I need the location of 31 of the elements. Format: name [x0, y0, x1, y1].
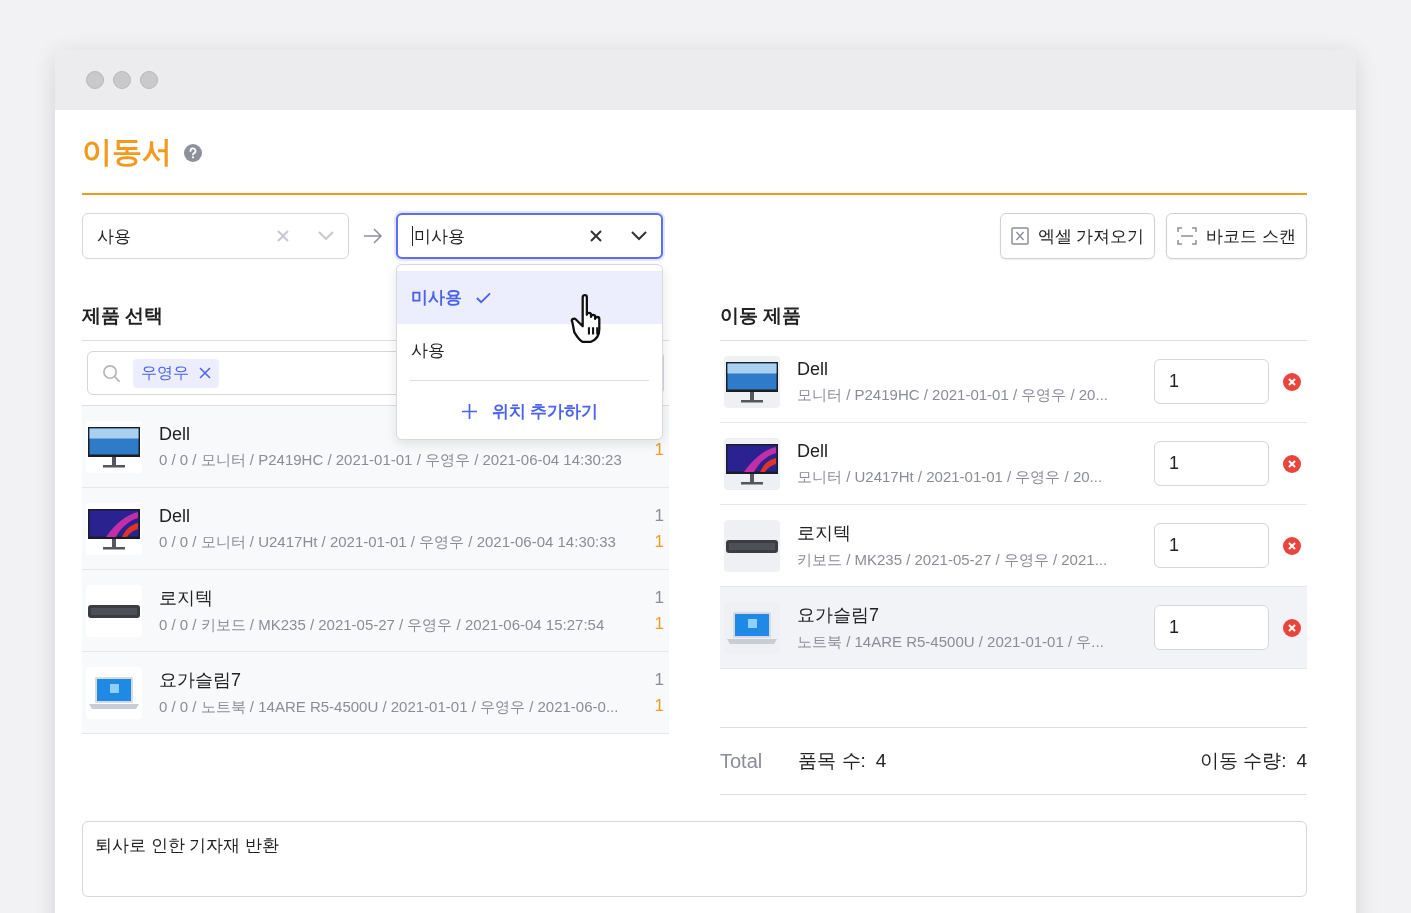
- product-name: Dell: [797, 440, 829, 462]
- stock-count: 1: [654, 505, 664, 526]
- product-details: 0 / 0 / 모니터 / P2419HC / 2021-01-01 / 우영우 / 2021-06-04 14:30:23: [159, 450, 623, 470]
- total-label: Total: [720, 749, 763, 773]
- page-title: 이동서: [82, 134, 172, 170]
- product-details: 0 / 0 / 노트북 / 14ARE R5-4500U / 2021-01-01 / 우영우 / 2021-06-0...: [159, 698, 620, 717]
- stock-count: 1: [654, 587, 664, 608]
- product-details: 키보드 / MK235 / 2021-05-27 / 우영우 / 2021...: [797, 551, 1109, 570]
- product-name: 로지텍: [159, 587, 214, 610]
- stock-count: 1: [654, 669, 664, 690]
- product-name: 요가슬림7: [797, 604, 880, 627]
- product-details: 0 / 0 / 모니터 / U2417Ht / 2021-01-01 / 우영우 / 2021-06-04 14:30:33: [159, 532, 617, 552]
- section-title: 이동 제품: [720, 303, 802, 328]
- product-name: 요가슬림7: [159, 669, 242, 692]
- available-count: 1: [654, 613, 664, 634]
- product-details: 노트북 / 14ARE R5-4500U / 2021-01-01 / 우...: [797, 633, 1105, 652]
- product-name: Dell: [797, 358, 829, 380]
- quantity-total-label: 이동 수량:: [1199, 749, 1287, 773]
- section-title: 제품 선택: [82, 303, 164, 328]
- item-count-label: 품목 수:: [798, 749, 866, 773]
- available-count: 1: [654, 695, 664, 716]
- available-count: 1: [654, 531, 664, 552]
- product-details: 모니터 / P2419HC / 2021-01-01 / 우영우 / 20...: [797, 385, 1109, 405]
- product-details: 모니터 / U2417Ht / 2021-01-01 / 우영우 / 20...: [797, 467, 1104, 487]
- item-count: 4: [875, 750, 887, 772]
- product-name: Dell: [159, 505, 191, 527]
- available-count: 1: [654, 439, 664, 460]
- quantity-total: 4: [1296, 750, 1307, 772]
- product-name: 로지텍: [797, 522, 852, 545]
- product-details: 0 / 0 / 키보드 / MK235 / 2021-05-27 / 우영우 / 2021-06-04 15:27:54: [159, 616, 606, 635]
- product-name: Dell: [159, 423, 191, 445]
